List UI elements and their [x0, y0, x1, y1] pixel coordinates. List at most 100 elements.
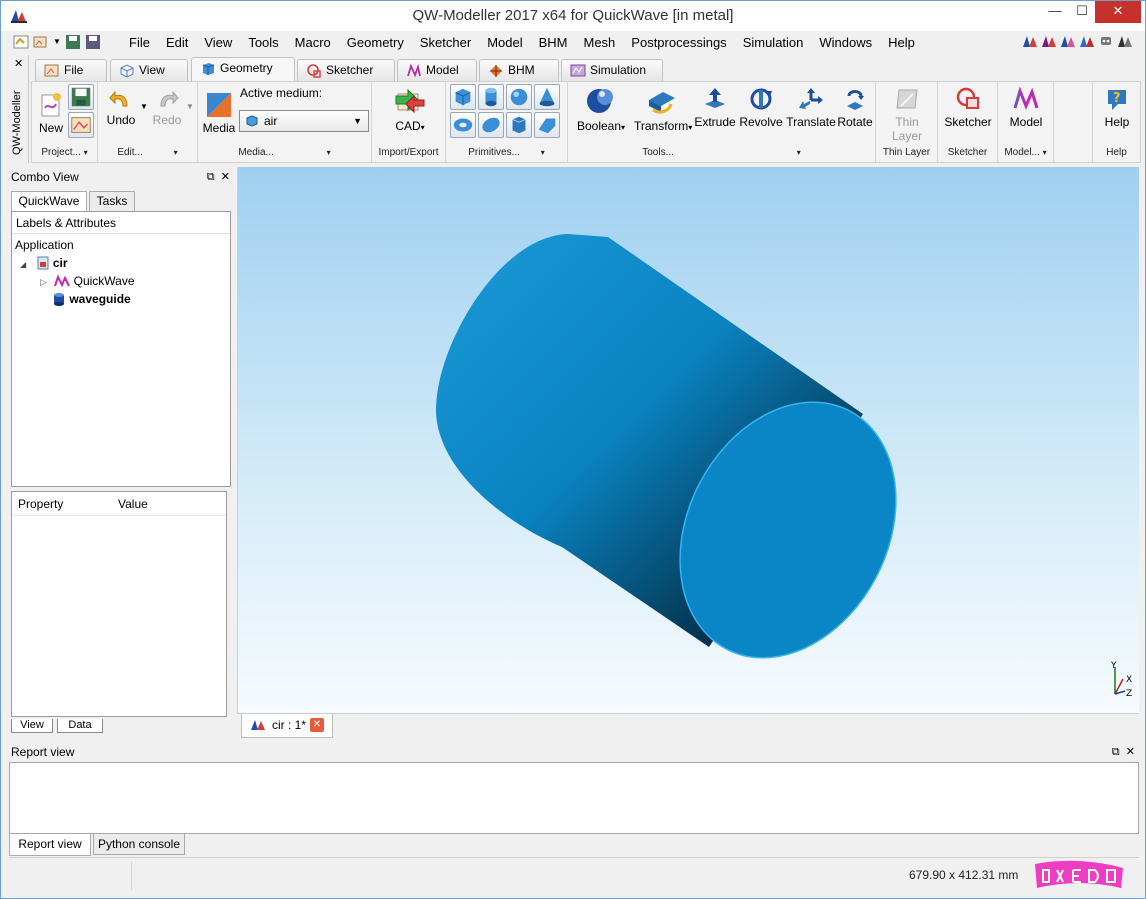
project-group-label[interactable]: Project... ▾ — [32, 147, 97, 158]
active-medium-label: Active medium: — [240, 86, 323, 100]
minimize-button[interactable]: — — [1043, 1, 1067, 23]
menu-postprocessings[interactable]: Postprocessings — [623, 34, 734, 51]
group-thin-layer: Thin Layer Thin Layer — [876, 82, 938, 162]
project-icon[interactable] — [33, 34, 49, 50]
save-as-icon[interactable] — [85, 34, 101, 50]
qw-view-icon[interactable] — [1060, 33, 1076, 49]
tab-file[interactable]: File — [35, 59, 107, 81]
report-output[interactable] — [9, 762, 1139, 834]
wedge-primitive-icon[interactable] — [534, 112, 560, 138]
help-button[interactable]: ? Help — [1097, 86, 1137, 129]
menu-edit[interactable]: Edit — [158, 34, 196, 51]
sketcher-group-label: Sketcher — [947, 147, 988, 158]
box-primitive-icon[interactable] — [450, 84, 476, 110]
menu-help[interactable]: Help — [880, 34, 923, 51]
report-float-icon[interactable]: ⧉ — [1112, 746, 1120, 758]
close-document-icon[interactable]: ✕ — [310, 718, 324, 732]
cad-button[interactable]: CAD▾ — [390, 86, 430, 133]
report-view-controls: ⧉ ✕ — [1112, 743, 1135, 761]
document-tab-cir[interactable]: cir : 1* ✕ — [241, 714, 333, 738]
thin-layer-button[interactable]: Thin Layer — [880, 86, 934, 143]
tab-simulation[interactable]: Simulation — [561, 59, 663, 81]
tab-quickwave[interactable]: QuickWave — [11, 191, 87, 212]
tab-data[interactable]: Data — [57, 719, 103, 733]
rotate-button[interactable]: Rotate — [836, 86, 874, 129]
undo-dropdown-icon[interactable]: ▼ — [140, 102, 148, 111]
transform-button[interactable]: Transform▾ — [634, 86, 692, 133]
tree-item-cir[interactable]: ◢ cir — [20, 255, 68, 273]
collapse-arrow-icon[interactable]: ▷ — [40, 277, 47, 287]
tab-sketcher[interactable]: Sketcher — [297, 59, 395, 81]
model-group-label[interactable]: Model... ▾ — [998, 147, 1053, 158]
menu-bhm[interactable]: BHM — [531, 34, 576, 51]
menu-file[interactable]: File — [121, 34, 158, 51]
edit-group-label[interactable]: Edit... ▾ — [98, 147, 197, 158]
tree-item-quickwave[interactable]: ▷ QuickWave — [40, 273, 135, 290]
save-icon[interactable] — [65, 34, 81, 50]
qw-info-icon[interactable] — [1117, 33, 1133, 49]
menu-sketcher[interactable]: Sketcher — [412, 34, 479, 51]
close-window-button[interactable]: ✕ — [1095, 1, 1141, 23]
revolve-button[interactable]: Revolve — [738, 86, 784, 129]
3d-viewport[interactable]: Y X Z — [237, 167, 1139, 713]
redo-dropdown-icon[interactable]: ▼ — [186, 102, 194, 111]
sketcher-button[interactable]: Sketcher — [942, 86, 994, 129]
qw-editor-icon[interactable] — [1022, 33, 1038, 49]
active-medium-select[interactable]: air ▼ — [239, 110, 369, 132]
ellipsoid-primitive-icon[interactable] — [478, 112, 504, 138]
qw-modeller-vertical-label: QW-Modeller — [11, 90, 23, 155]
tab-python-console[interactable]: Python console — [93, 834, 185, 855]
menu-tools[interactable]: Tools — [240, 34, 286, 51]
tools-group-label[interactable]: Tools... ▾ — [568, 147, 875, 158]
undo-icon — [109, 90, 128, 107]
cone-primitive-icon[interactable] — [534, 84, 560, 110]
boolean-button[interactable]: Boolean▾ — [576, 86, 626, 133]
menu-simulation[interactable]: Simulation — [735, 34, 812, 51]
model-button[interactable]: Model — [1006, 86, 1046, 129]
robot-icon[interactable] — [1098, 33, 1114, 49]
tab-geometry-label: Geometry — [220, 61, 273, 75]
tab-report-view[interactable]: Report view — [9, 834, 91, 856]
qw-optimizer-icon[interactable] — [1079, 33, 1095, 49]
tab-bhm[interactable]: BHM — [479, 59, 559, 81]
qw-simulator-icon[interactable] — [1041, 33, 1057, 49]
help-icon: ? — [1108, 90, 1126, 110]
rotate-label: Rotate — [837, 115, 873, 129]
menu-model[interactable]: Model — [479, 34, 530, 51]
tab-view-bottom[interactable]: View — [11, 719, 53, 733]
media-button[interactable]: Media — [202, 86, 236, 135]
report-close-icon[interactable]: ✕ — [1126, 746, 1135, 758]
float-panel-icon[interactable]: ⧉ — [207, 171, 215, 183]
expand-arrow-icon[interactable]: ◢ — [20, 260, 26, 269]
menu-windows[interactable]: Windows — [811, 34, 880, 51]
close-panel-icon[interactable]: ✕ — [221, 171, 230, 183]
tab-view[interactable]: View — [110, 59, 188, 81]
ribbon-close-icon[interactable]: ✕ — [14, 57, 23, 70]
translate-button[interactable]: Translate — [786, 86, 836, 129]
new-button[interactable]: New — [36, 86, 66, 135]
axis-x-label: X — [1126, 675, 1132, 685]
tab-geometry[interactable]: Geometry — [191, 57, 295, 81]
menu-macro[interactable]: Macro — [287, 34, 339, 51]
menu-view[interactable]: View — [196, 34, 240, 51]
tab-model[interactable]: Model — [397, 59, 477, 81]
primitives-group-label[interactable]: Primitives... ▾ — [446, 147, 567, 158]
project-dropdown-icon[interactable]: ▼ — [53, 34, 61, 50]
tree-item-waveguide[interactable]: waveguide — [52, 291, 131, 307]
torus-primitive-icon[interactable] — [450, 112, 476, 138]
thin-layer-label: Thin Layer — [891, 115, 923, 143]
maximize-button[interactable]: ☐ — [1069, 1, 1095, 23]
tab-tasks[interactable]: Tasks — [89, 191, 135, 211]
undo-button[interactable]: Undo — [104, 86, 138, 127]
extrude-button[interactable]: Extrude — [694, 86, 736, 129]
media-group-label[interactable]: Media... ▾ — [198, 147, 371, 158]
prism-primitive-icon[interactable] — [506, 112, 532, 138]
save-project-icon[interactable] — [68, 84, 94, 110]
sphere-primitive-icon[interactable] — [506, 84, 532, 110]
cylinder-primitive-icon[interactable] — [478, 84, 504, 110]
menu-toggle-icon[interactable] — [13, 34, 29, 50]
menu-mesh[interactable]: Mesh — [576, 34, 624, 51]
redo-button[interactable]: Redo — [150, 86, 184, 127]
open-project-icon[interactable] — [68, 112, 94, 138]
menu-geometry[interactable]: Geometry — [339, 34, 412, 51]
